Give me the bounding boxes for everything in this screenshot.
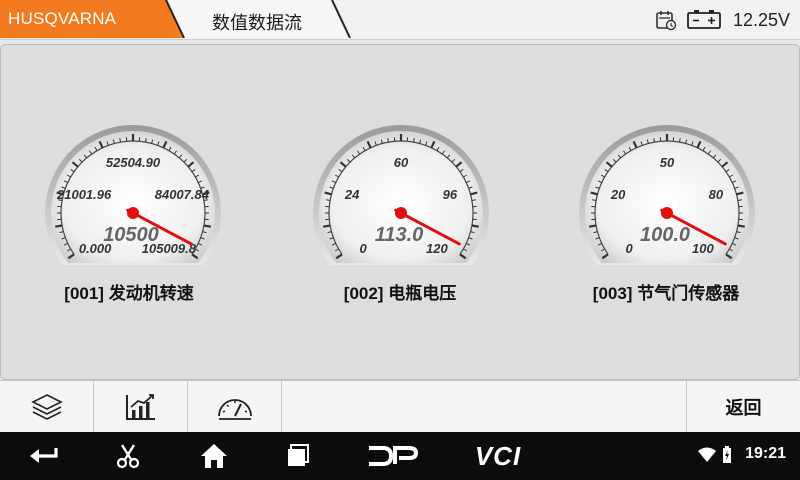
gauge-tick: [737, 224, 745, 228]
gauge-label-battery-voltage: [002] 电瓶电压: [343, 284, 457, 303]
gauge-tick: [326, 199, 331, 201]
layers-icon: [30, 394, 63, 420]
nav-dp[interactable]: [362, 432, 422, 480]
gauge-dial: 0.00021001.9652504.9084007.84105009.8105…: [44, 124, 221, 265]
status-icons: [698, 446, 732, 464]
gauge-dial: 0 20 50 80 100100.0: [579, 124, 755, 265]
gauge-tick: [592, 199, 597, 201]
gauge-tick-label: 80: [709, 187, 724, 202]
gauge-tick-label: 50: [660, 155, 675, 170]
gauge-tick: [413, 138, 415, 143]
scissors-icon: [116, 444, 140, 469]
top-bar: HUSQVARNA 数值数据流 12.25V: [0, 0, 800, 40]
gauge-tick-label: 0: [626, 241, 634, 256]
tab-data-stream[interactable]: 数值数据流: [168, 0, 352, 38]
battery-icon: [687, 10, 721, 29]
gauge-tick: [471, 199, 476, 201]
gauge-card[interactable]: 0 20 50 80 100 100.0: [577, 117, 757, 267]
gauge-tick-label: 20: [610, 187, 626, 202]
gauge-tick-label: 96: [443, 187, 458, 202]
gauge-tick: [653, 138, 655, 143]
brand-tab[interactable]: HUSQVARNA: [0, 0, 186, 38]
layers-button[interactable]: [0, 381, 94, 433]
page-title: 数值数据流: [212, 13, 302, 33]
home-icon: [201, 444, 227, 468]
gauge-tick-label: 0: [360, 241, 368, 256]
back-button[interactable]: 返回: [686, 381, 800, 433]
gauge-card[interactable]: 0 24 60 96 120 113.0: [311, 117, 491, 267]
gauge-hub: [395, 207, 407, 219]
gauge-tick-label: 120: [426, 241, 448, 256]
gauge-hub: [127, 207, 139, 219]
dp-logo: [369, 446, 419, 466]
gauge-tick: [589, 224, 597, 228]
gauge-panel: 0.000 21001.96 52504.90 84007.84 105009.8 105…: [0, 44, 800, 380]
gauge-tick-label: 21001.96: [56, 187, 112, 202]
nav-home[interactable]: [190, 432, 238, 480]
gauge-label-engine-rpm: [001] 发动机转速: [64, 284, 194, 303]
gauge-tick-label: 60: [394, 155, 409, 170]
gauge-value: 10500: [103, 224, 159, 246]
gauge-hub: [661, 207, 673, 219]
gauge-label-throttle-sensor: [003] 节气门传感器: [592, 284, 740, 303]
gauge-icon: [217, 399, 252, 420]
brand-label: HUSQVARNA: [8, 9, 117, 28]
nav-recents[interactable]: [274, 432, 322, 480]
calendar-clock-icon[interactable]: [655, 9, 677, 31]
line-chart-icon: [125, 394, 155, 420]
bottom-toolbar: 返回: [0, 380, 800, 433]
gauge-tick-label: 100: [692, 241, 714, 256]
gauge-tick-label: 52504.90: [106, 155, 161, 170]
recents-icon: [288, 444, 309, 466]
gauge-tick: [323, 224, 331, 228]
gauge-tick: [679, 138, 681, 143]
back-arrow-icon: [30, 448, 58, 463]
gauge-tick: [203, 224, 211, 228]
nav-screenshot[interactable]: [104, 432, 152, 480]
gauge-tick: [145, 138, 147, 143]
system-nav-bar: VCI 19:21: [0, 432, 800, 480]
line-chart-button[interactable]: [94, 381, 188, 433]
clock: 19:21: [745, 445, 786, 462]
gauge-view-button[interactable]: [188, 381, 282, 433]
vci-logo: VCI: [474, 440, 522, 471]
gauge-tick: [387, 138, 389, 143]
battery-voltage: 12.25V: [732, 9, 790, 30]
gauge-value: 100.0: [640, 224, 690, 246]
status-area: 12.25V: [655, 6, 790, 34]
nav-back[interactable]: [20, 432, 68, 480]
gauge-dial: 0 24 60 96 120113.0: [313, 124, 489, 265]
gauge-tick: [737, 199, 742, 201]
gauge-tick-label: 24: [344, 187, 360, 202]
screen: HUSQVARNA 数值数据流 12.25V 0.000 21001.96 52…: [0, 0, 800, 480]
gauge-card[interactable]: 0.000 21001.96 52504.90 84007.84 105009.8 105…: [43, 117, 223, 267]
wifi-icon: [698, 447, 716, 462]
gauge-tick: [119, 138, 121, 143]
gauge-tick-label: 84007.84: [155, 187, 210, 202]
gauge-tick: [55, 224, 63, 228]
gauge-value: 113.0: [375, 224, 424, 246]
nav-vci[interactable]: VCI: [460, 432, 536, 480]
battery-charging-icon: [723, 446, 731, 463]
gauge-tick: [471, 224, 479, 228]
